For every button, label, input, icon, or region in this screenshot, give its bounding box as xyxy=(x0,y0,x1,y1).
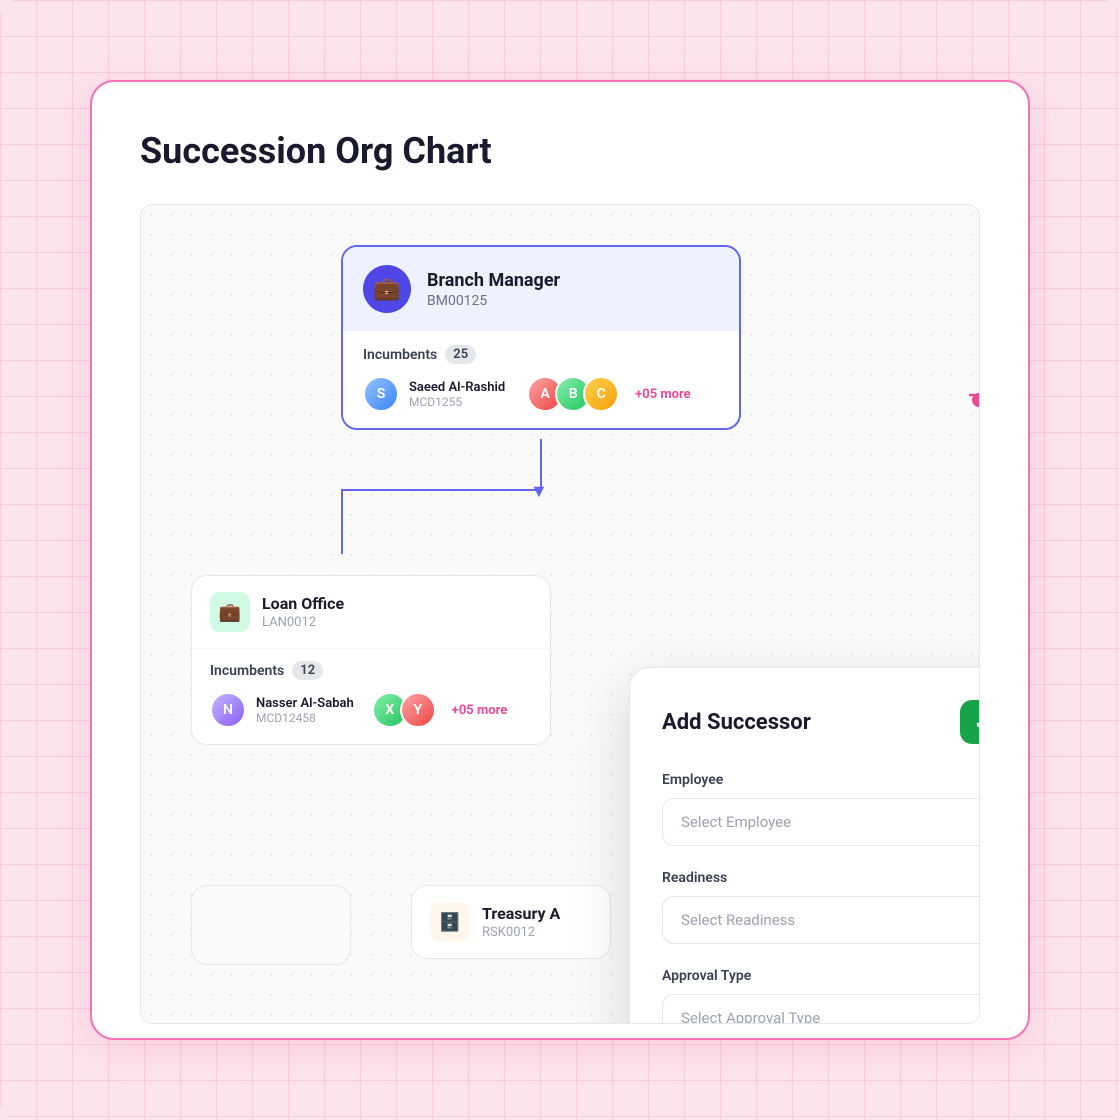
pink-dot-connector xyxy=(972,393,980,407)
lo-person-code: MCD12458 xyxy=(256,711,354,725)
confirm-button[interactable]: ✓ xyxy=(960,700,980,744)
lo-incumbents-badge: 12 xyxy=(292,661,323,680)
lo-avatar-group: X Y xyxy=(372,692,436,728)
bm-person-row: S Saeed Al-Rashid MCD1255 A B C +05 more xyxy=(363,376,719,412)
bm-person-name: Saeed Al-Rashid xyxy=(409,380,505,395)
lo-person-avatar: N xyxy=(210,692,246,728)
bm-incumbents-label: Incumbents xyxy=(363,347,437,363)
approval-label: Approval Type xyxy=(662,968,980,984)
loan-office-card[interactable]: 💼 Loan Office LAN0012 Incumbents 12 N N xyxy=(191,575,551,745)
bm-incumbents-badge: 25 xyxy=(445,345,476,364)
treasury-icon: 🗄️ xyxy=(430,902,470,942)
approval-select[interactable]: Select Approval Type ▾ xyxy=(662,994,980,1024)
readiness-placeholder: Select Readiness xyxy=(681,911,795,929)
branch-manager-card[interactable]: 💼 Branch Manager BM00125 Incumbents 25 S xyxy=(341,245,741,430)
lo-card-body: Incumbents 12 N Nasser Al-Sabah MCD12458… xyxy=(192,648,550,744)
loan-office-icon: 💼 xyxy=(210,592,250,632)
bm-incumbents-row: Incumbents 25 xyxy=(363,345,719,364)
lo-code: LAN0012 xyxy=(262,615,344,630)
approval-placeholder: Select Approval Type xyxy=(681,1009,820,1024)
lo-person-name: Nasser Al-Sabah xyxy=(256,696,354,711)
lo-incumbents-label: Incumbents xyxy=(210,663,284,679)
panel-header: Add Successor ✓ ✕ xyxy=(662,700,980,744)
tr-code: RSK0012 xyxy=(482,925,560,940)
bm-card-header: 💼 Branch Manager BM00125 xyxy=(343,247,739,331)
bm-more-label: +05 more xyxy=(635,387,691,402)
readiness-form-group: Readiness Select Readiness ▾ xyxy=(662,870,980,944)
lo-more-label: +05 more xyxy=(452,703,508,718)
connector-v2 xyxy=(341,489,343,554)
empty-placeholder-card xyxy=(191,885,351,965)
bm-avatar-group: A B C xyxy=(527,376,619,412)
branch-manager-icon: 💼 xyxy=(363,265,411,313)
treasury-card[interactable]: 🗄️ Treasury A RSK0012 xyxy=(411,885,611,959)
dashed-connector-line xyxy=(969,390,980,605)
arrow-down-icon: ▼ xyxy=(530,481,548,502)
readiness-select[interactable]: Select Readiness ▾ xyxy=(662,896,980,944)
lo-incumbents-row: Incumbents 12 xyxy=(210,661,532,680)
bm-code: BM00125 xyxy=(427,293,560,309)
main-card: Succession Org Chart 💼 Branch Manager BM… xyxy=(90,80,1030,1040)
avatar-3: C xyxy=(583,376,619,412)
employee-placeholder: Select Employee xyxy=(681,813,791,831)
employee-form-group: Employee Select Employee ▾ xyxy=(662,772,980,846)
org-chart-area: 💼 Branch Manager BM00125 Incumbents 25 S xyxy=(140,204,980,1024)
lo-avatar-2: Y xyxy=(400,692,436,728)
lo-card-header: 💼 Loan Office LAN0012 xyxy=(192,576,550,648)
bm-card-body: Incumbents 25 S Saeed Al-Rashid MCD1255 … xyxy=(343,331,739,428)
employee-select[interactable]: Select Employee ▾ xyxy=(662,798,980,846)
add-successor-panel: Add Successor ✓ ✕ Employee Select Emp xyxy=(629,667,980,1024)
readiness-label: Readiness xyxy=(662,870,980,886)
tr-card-header: 🗄️ Treasury A RSK0012 xyxy=(412,886,610,958)
panel-title: Add Successor xyxy=(662,710,811,735)
bm-person-avatar: S xyxy=(363,376,399,412)
bm-title: Branch Manager xyxy=(427,270,560,291)
panel-actions: ✓ ✕ xyxy=(960,700,980,744)
lo-title: Loan Office xyxy=(262,594,344,613)
tr-title: Treasury A xyxy=(482,904,560,923)
approval-form-group: Approval Type Select Approval Type ▾ xyxy=(662,968,980,1024)
connector-h1 xyxy=(341,489,541,491)
lo-person-row: N Nasser Al-Sabah MCD12458 X Y +05 more xyxy=(210,692,532,728)
confirm-icon: ✓ xyxy=(974,710,980,735)
page-background: Succession Org Chart 💼 Branch Manager BM… xyxy=(0,0,1120,1120)
page-title: Succession Org Chart xyxy=(140,130,980,172)
employee-label: Employee xyxy=(662,772,980,788)
bm-person-code: MCD1255 xyxy=(409,395,505,409)
